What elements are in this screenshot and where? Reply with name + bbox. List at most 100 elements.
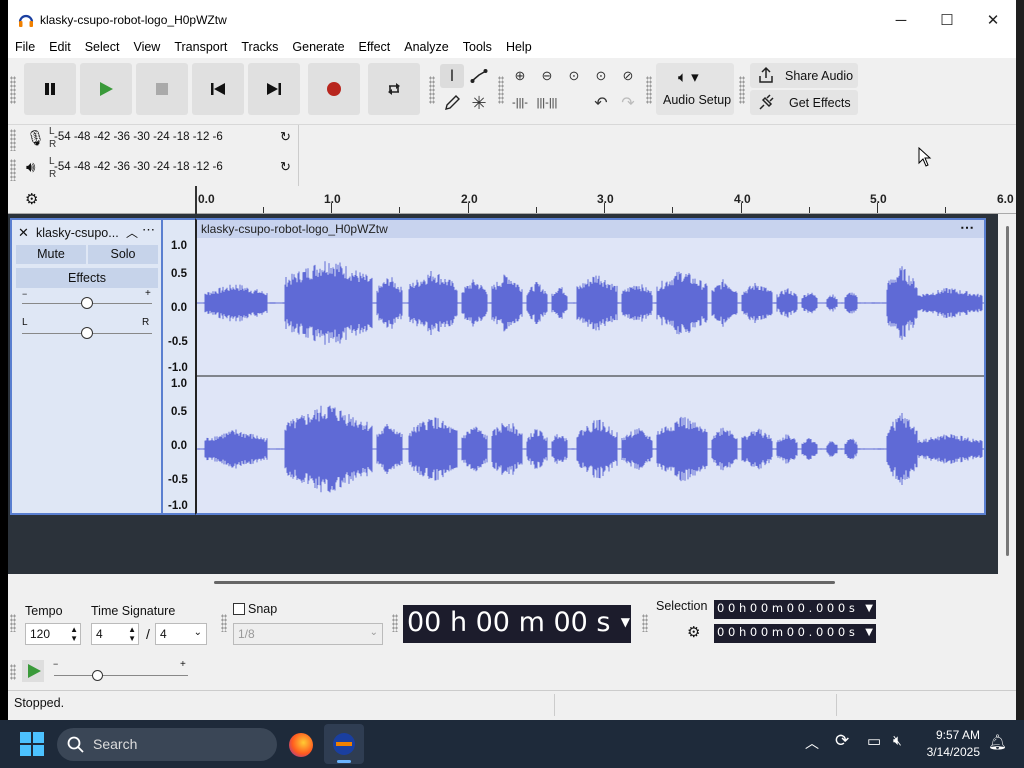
collapse-track-icon[interactable]: ︿ [126, 224, 138, 241]
time-signature-grip[interactable] [10, 614, 16, 632]
asterisk-icon: ✳ [471, 92, 487, 113]
undo-button[interactable]: ↶ [589, 91, 613, 115]
menu-generate[interactable]: Generate [285, 38, 351, 58]
menu-effect[interactable]: Effect [352, 38, 398, 58]
taskbar-search-box[interactable]: Search [57, 728, 277, 761]
menu-help[interactable]: Help [499, 38, 539, 58]
track-area[interactable]: ✕ klasky-csupo... ︿ ⋯ Mute Solo Effects … [8, 214, 998, 574]
playback-meter[interactable]: 🔊︎ L R -54 -48 -42 -36 -30 -24 -18 -12 -… [8, 155, 298, 185]
skip-to-start-button[interactable] [192, 63, 244, 115]
time-grip[interactable] [392, 614, 398, 632]
audio-setup-grip[interactable] [646, 76, 652, 104]
selection-end-field[interactable]: 0 0 h 0 0 m 0 0 . 0 0 0 s ▼ [714, 624, 876, 643]
network-icon[interactable]: ▭ [867, 732, 881, 750]
play-at-speed-button[interactable] [22, 660, 44, 682]
window-title: klasky-csupo-robot-logo_H0pWZtw [40, 13, 227, 27]
menu-select[interactable]: Select [78, 38, 127, 58]
toolbar-grip[interactable] [10, 76, 16, 104]
tools-grip[interactable] [429, 76, 435, 104]
taskbar-date[interactable]: 3/14/2025 [927, 745, 980, 759]
clip-menu-icon[interactable]: ⋯ [960, 219, 974, 236]
horizontal-scrollbar[interactable] [214, 581, 835, 584]
menu-analyze[interactable]: Analyze [397, 38, 455, 58]
volume-muted-icon[interactable]: 🔇︎ [893, 732, 902, 749]
vertical-scrollbar[interactable] [1006, 226, 1009, 556]
timeline-settings-gear-icon[interactable]: ⚙ [25, 190, 38, 208]
fit-project-button[interactable]: ⊙ [589, 64, 613, 88]
time-signature-denominator[interactable]: 4 ⌄ [155, 623, 207, 645]
playback-meter-grip[interactable] [10, 159, 16, 181]
menu-tools[interactable]: Tools [456, 38, 499, 58]
draw-tool-button[interactable] [440, 91, 464, 115]
taskbar-time[interactable]: 9:57 AM [936, 728, 980, 742]
redo-button[interactable]: ↷ [616, 91, 640, 115]
notification-bell-icon[interactable]: 🔔︎ [988, 733, 1007, 751]
speed-slider-handle[interactable] [92, 670, 103, 681]
sync-icon[interactable]: ⟳ [835, 731, 849, 751]
zoom-in-button[interactable]: ⊕ [508, 64, 532, 88]
recording-meter[interactable]: 🎙︎ L R -54 -48 -42 -36 -30 -24 -18 -12 -… [8, 125, 298, 155]
time-sig-spin-icon[interactable]: ▲ ▼ [128, 625, 136, 643]
vertical-amplitude-scale[interactable]: 1.0 0.5 0.0 -0.5 -1.0 1.0 0.5 0.0 -0.5 -… [163, 218, 195, 515]
time-display[interactable]: 00 h 00 m 00 s ▼ [403, 605, 631, 643]
solo-button[interactable]: Solo [88, 245, 158, 264]
audio-clip[interactable]: klasky-csupo-robot-logo_H0pWZtw ⋯ [195, 218, 986, 515]
windows-start-icon[interactable] [20, 732, 44, 756]
effects-button[interactable]: Effects [16, 268, 158, 288]
snap-select[interactable]: 1/8 ⌄ [233, 623, 383, 645]
record-button[interactable] [308, 63, 360, 115]
stop-button[interactable] [136, 63, 188, 115]
selection-settings-gear-icon[interactable]: ⚙ [687, 623, 700, 641]
pan-slider-handle[interactable] [81, 327, 93, 339]
pause-button[interactable] [24, 63, 76, 115]
snap-grip[interactable] [221, 614, 227, 632]
close-button[interactable]: ✕ [970, 0, 1016, 40]
track-control-panel[interactable]: ✕ klasky-csupo... ︿ ⋯ Mute Solo Effects … [10, 218, 163, 515]
close-track-icon[interactable]: ✕ [18, 225, 29, 241]
loop-button[interactable] [368, 63, 420, 115]
audio-setup-button[interactable]: 🔈︎ ▾ Audio Setup [656, 63, 734, 115]
skip-to-end-button[interactable] [248, 63, 300, 115]
track-name[interactable]: klasky-csupo... [36, 226, 119, 240]
tempo-field[interactable]: 120 ▲ ▼ [25, 623, 81, 645]
chevron-down-icon[interactable]: ▼ [865, 603, 873, 614]
recording-meter-grip[interactable] [10, 129, 16, 151]
selection-tool-button[interactable]: I [440, 64, 464, 88]
chevron-down-icon[interactable]: ▼ [621, 615, 630, 629]
selection-start-field[interactable]: 0 0 h 0 0 m 0 0 . 0 0 0 s ▼ [714, 600, 876, 619]
chevron-down-icon[interactable]: ▼ [865, 627, 873, 638]
silence-audio-button[interactable]: |||-||| [535, 91, 559, 115]
get-effects-button[interactable]: Get Effects [750, 90, 858, 115]
timeline-ruler[interactable]: ⚙ 0.0 1.0 2.0 3.0 4.0 5.0 6.0 [8, 186, 1016, 214]
share-grip[interactable] [739, 76, 745, 104]
clip-header[interactable]: klasky-csupo-robot-logo_H0pWZtw ⋯ [197, 219, 984, 238]
menu-view[interactable]: View [126, 38, 167, 58]
waveform-channels[interactable] [197, 238, 984, 515]
tempo-spin-icon[interactable]: ▲ ▼ [70, 625, 78, 643]
zoom-out-button[interactable]: ⊖ [535, 64, 559, 88]
edit-grip[interactable] [498, 76, 504, 104]
menu-file[interactable]: File [8, 38, 42, 58]
fit-selection-button[interactable]: ⊙ [562, 64, 586, 88]
menu-tracks[interactable]: Tracks [234, 38, 285, 58]
envelope-tool-button[interactable] [467, 64, 491, 88]
trim-audio-button[interactable]: -|||- [508, 91, 532, 115]
track-menu-icon[interactable]: ⋯ [142, 222, 155, 238]
menu-transport[interactable]: Transport [167, 38, 234, 58]
show-hidden-icons-chevron-icon[interactable]: ︿ [805, 733, 819, 753]
menu-edit[interactable]: Edit [42, 38, 78, 58]
firefox-taskbar-icon[interactable] [289, 733, 313, 757]
snap-checkbox[interactable] [233, 603, 245, 615]
share-audio-button[interactable]: Share Audio [750, 63, 858, 88]
mute-button[interactable]: Mute [16, 245, 86, 264]
multi-tool-button[interactable]: ✳ [467, 91, 491, 115]
selection-grip[interactable] [642, 614, 648, 632]
play-at-speed-grip[interactable] [10, 664, 16, 680]
zoom-toggle-button[interactable]: ⊘ [616, 64, 640, 88]
gain-slider-handle[interactable] [81, 297, 93, 309]
audacity-taskbar-button[interactable] [324, 724, 364, 764]
maximize-button[interactable]: ☐ [924, 0, 970, 40]
minimize-button[interactable]: ─ [878, 0, 924, 40]
time-signature-numerator[interactable]: 4 ▲ ▼ [91, 623, 139, 645]
play-button[interactable] [80, 63, 132, 115]
